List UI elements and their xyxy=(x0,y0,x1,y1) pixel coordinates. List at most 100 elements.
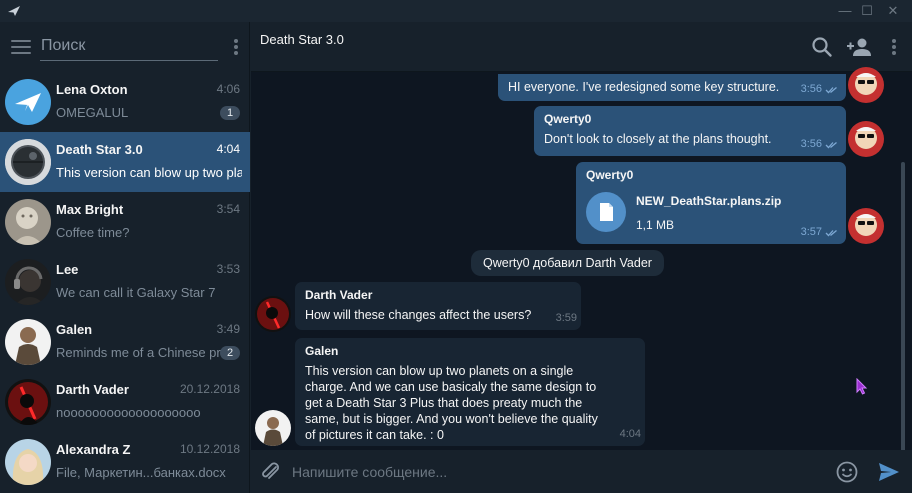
telegram-logo-icon xyxy=(8,6,20,16)
close-button[interactable]: ✕ xyxy=(884,2,902,20)
service-message: Qwerty0 добавил Darth Vader xyxy=(471,250,664,276)
unread-badge: 2 xyxy=(220,346,240,360)
message-sender: Darth Vader xyxy=(305,288,373,302)
avatar xyxy=(5,379,51,425)
avatar xyxy=(5,139,51,185)
avatar[interactable] xyxy=(848,121,884,157)
unread-badge: 1 xyxy=(220,106,240,120)
chat-item-max-bright[interactable]: Max Bright 3:54 Coffee time? xyxy=(0,192,250,252)
emoji-icon[interactable] xyxy=(835,460,859,484)
chat-name: Alexandra Z xyxy=(56,442,131,457)
avatar xyxy=(5,199,51,245)
chat-time: 4:04 xyxy=(216,142,240,156)
telegram-logo-icon xyxy=(15,93,41,112)
message-bubble[interactable]: Qwerty0 Don't look to closely at the pla… xyxy=(534,106,846,156)
maximize-button[interactable]: ☐ xyxy=(858,2,876,20)
vader-icon xyxy=(5,379,51,425)
message-time: 3:56 xyxy=(800,83,822,95)
message-bubble[interactable]: HI everyone. I've redesigned some key st… xyxy=(498,74,846,101)
chat-time: 3:54 xyxy=(216,202,240,216)
avatar xyxy=(5,79,51,125)
chat-list-panel: Поиск Lena Oxton 4:06 OMEGALUL 1 Death S… xyxy=(0,22,250,493)
avatar[interactable] xyxy=(255,296,291,332)
chat-preview: nooooooooooooooooooo xyxy=(56,405,201,420)
scrollbar[interactable] xyxy=(901,162,905,452)
chat-item-death-star[interactable]: Death Star 3.0 4:04 This version can blo… xyxy=(0,132,250,192)
avatar[interactable] xyxy=(848,67,884,103)
chat-time: 3:49 xyxy=(216,322,240,336)
chat-item-alexandra-z[interactable]: Alexandra Z 10.12.2018 File, Маркетин...… xyxy=(0,432,250,492)
woman-icon xyxy=(5,439,51,485)
chat-time: 3:53 xyxy=(216,262,240,276)
more-vert-icon[interactable] xyxy=(892,39,896,55)
chat-preview: We can call it Galaxy Star 7 xyxy=(56,285,216,300)
chat-preview: File, Маркетин...банках.docx xyxy=(56,465,226,480)
conversation-title[interactable]: Death Star 3.0 xyxy=(260,32,344,47)
chat-list-header: Поиск xyxy=(0,22,250,72)
search-input[interactable]: Поиск xyxy=(40,35,218,61)
file-name: NEW_DeathStar.plans.zip xyxy=(636,194,782,208)
double-check-icon xyxy=(825,87,837,94)
chat-item-darth-vader[interactable]: Darth Vader 20.12.2018 noooooooooooooooo… xyxy=(0,372,250,432)
title-bar: — ☐ ✕ xyxy=(0,0,912,22)
sunglasses-avatar-icon xyxy=(848,121,884,157)
menu-icon[interactable] xyxy=(11,40,31,54)
headphones-icon xyxy=(5,259,51,305)
double-check-icon xyxy=(825,142,837,149)
chat-preview: This version can blow up two pla xyxy=(56,165,242,180)
avatar[interactable] xyxy=(255,410,291,446)
chat-name: Max Bright xyxy=(56,202,124,217)
chat-preview: Coffee time? xyxy=(56,225,130,240)
message-time: 3:57 xyxy=(800,226,822,238)
chat-preview: OMEGALUL xyxy=(56,105,129,120)
file-icon[interactable] xyxy=(586,192,626,232)
chat-item-galen[interactable]: Galen 3:49 Reminds me of a Chinese pro 2 xyxy=(0,312,250,372)
message-text: Don't look to closely at the plans thoug… xyxy=(544,132,772,146)
vader-icon xyxy=(255,296,291,332)
sunglasses-avatar-icon xyxy=(848,208,884,244)
statue-icon xyxy=(5,199,51,245)
sunglasses-avatar-icon xyxy=(848,67,884,103)
message-sender: Galen xyxy=(305,344,339,358)
chat-time: 4:06 xyxy=(216,82,240,96)
chat-item-lee[interactable]: Lee 3:53 We can call it Galaxy Star 7 xyxy=(0,252,250,312)
message-time: 3:59 xyxy=(555,312,577,324)
message-line: of pictures it can take. : 0 xyxy=(305,428,444,442)
message-bubble[interactable]: Galen This version can blow up two plane… xyxy=(295,338,645,446)
chat-preview: Reminds me of a Chinese pro xyxy=(56,345,226,360)
avatar xyxy=(5,439,51,485)
chat-name: Lena Oxton xyxy=(56,82,128,97)
man-icon xyxy=(255,410,291,446)
chat-name: Lee xyxy=(56,262,79,277)
death-star-icon xyxy=(5,139,51,185)
chat-name: Death Star 3.0 xyxy=(56,142,143,157)
message-time: 4:04 xyxy=(619,428,641,440)
minimize-button[interactable]: — xyxy=(836,2,854,20)
message-line: charge. And we can use basicaly the same… xyxy=(305,380,597,394)
double-check-icon xyxy=(825,230,837,237)
man-icon xyxy=(5,319,51,365)
add-user-icon[interactable] xyxy=(845,35,873,59)
message-bubble[interactable]: Darth Vader How will these changes affec… xyxy=(295,282,581,330)
chat-time: 10.12.2018 xyxy=(179,442,240,456)
conversation-header: Death Star 3.0 xyxy=(251,22,912,72)
message-sender: Qwerty0 xyxy=(544,112,592,126)
chat-name: Galen xyxy=(56,322,93,337)
file-message[interactable]: Qwerty0 NEW_DeathStar.plans.zip 1,1 MB 3… xyxy=(576,162,846,244)
more-vert-icon[interactable] xyxy=(234,39,238,55)
avatar xyxy=(5,259,51,305)
mouse-cursor-icon xyxy=(856,378,868,395)
message-text: How will these changes affect the users? xyxy=(305,308,532,322)
search-icon[interactable] xyxy=(810,35,834,59)
file-size: 1,1 MB xyxy=(636,218,675,232)
conversation-panel: Death Star 3.0 HI everyone. I've redesig… xyxy=(251,22,912,493)
send-icon[interactable] xyxy=(877,460,901,484)
message-composer: Напишите сообщение... xyxy=(251,450,912,493)
message-sender: Qwerty0 xyxy=(586,168,634,182)
message-text: HI everyone. I've redesigned some key st… xyxy=(508,80,780,94)
chat-time: 20.12.2018 xyxy=(179,382,240,396)
avatar[interactable] xyxy=(848,208,884,244)
message-input[interactable]: Напишите сообщение... xyxy=(292,464,447,480)
attach-icon[interactable] xyxy=(258,460,282,484)
chat-item-lena-oxton[interactable]: Lena Oxton 4:06 OMEGALUL 1 xyxy=(0,72,250,132)
